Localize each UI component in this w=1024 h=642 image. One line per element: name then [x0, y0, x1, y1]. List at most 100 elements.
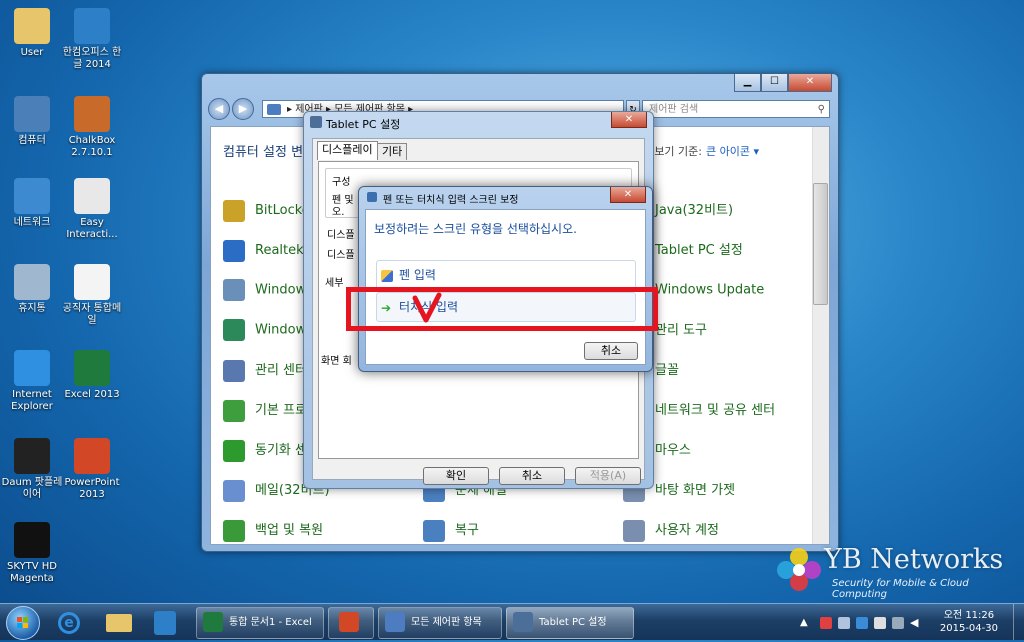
view-by-dropdown[interactable]: 큰 아이콘 ▾ — [706, 145, 759, 158]
calibrate-dialog[interactable]: 펜 또는 터치식 입력 스크린 보정 ✕ 보정하려는 스크린 유형을 선택하십시… — [358, 186, 653, 372]
scrollbar-thumb[interactable] — [813, 183, 828, 305]
app-icon — [74, 264, 110, 300]
desktop-icon[interactable]: PowerPoint 2013 — [60, 438, 124, 501]
desktop-icon[interactable]: Internet Explorer — [0, 350, 64, 413]
clock[interactable]: 오전 11:26 2015-04-30 — [940, 609, 998, 635]
dialog-title: 펜 또는 터치식 입력 스크린 보정 — [383, 195, 519, 206]
cancel-button[interactable]: 취소 — [499, 467, 565, 485]
network-icon[interactable] — [892, 617, 904, 629]
desktop-icon-label: SKYTV HD Magenta — [6, 561, 57, 584]
tab-display[interactable]: 디스플레이 — [317, 141, 378, 160]
forward-button[interactable]: ▶ — [232, 98, 254, 120]
taskbar-tablet-settings[interactable]: Tablet PC 설정 — [506, 607, 634, 639]
desktop-icon[interactable]: Easy Interacti... — [60, 178, 124, 241]
cp-item[interactable]: 기본 프로 — [223, 399, 307, 423]
app-icon — [74, 96, 110, 132]
tablet-icon — [513, 612, 533, 632]
desktop-icon-label: Daum 팟플레이어 — [1, 477, 63, 500]
desktop-icon[interactable]: Daum 팟플레이어 — [0, 438, 64, 501]
flower-logo-icon — [777, 548, 821, 591]
close-button[interactable]: ✕ — [611, 112, 647, 128]
desktop-icon[interactable]: 공직자 통합메일 — [60, 264, 124, 327]
app-icon — [74, 8, 110, 44]
desktop-icon-label: Excel 2013 — [64, 389, 120, 400]
app-icon — [14, 264, 50, 300]
hwp-icon[interactable] — [154, 611, 176, 635]
folder-icon[interactable] — [106, 614, 132, 632]
windows-logo-icon — [17, 617, 28, 628]
desktop-icon-label: User — [20, 47, 44, 58]
show-hidden-icons[interactable]: ▲ — [800, 617, 812, 629]
desktop-icon[interactable]: 컴퓨터 — [0, 96, 64, 147]
cp-item[interactable]: 관리 센터 — [223, 359, 307, 383]
vmware-icon[interactable] — [856, 617, 868, 629]
desktop-icon[interactable]: User — [0, 8, 64, 59]
start-button[interactable] — [6, 606, 40, 640]
close-button[interactable]: ✕ — [610, 187, 646, 203]
desktop-icon-label: Internet Explorer — [11, 389, 53, 412]
page-title: 컴퓨터 설정 변 — [223, 145, 304, 160]
desktop-icon-label: Easy Interacti... — [66, 217, 118, 240]
cp-item-icon — [223, 239, 245, 262]
app-icon — [14, 438, 50, 474]
desktop-icon-label: 한컴오피스 한글 2014 — [62, 47, 122, 70]
desktop-icon[interactable]: ChalkBox 2.7.10.1 — [60, 96, 124, 159]
cp-item-icon — [423, 519, 445, 542]
desktop-icon[interactable]: SKYTV HD Magenta — [0, 522, 64, 585]
view-by[interactable]: 보기 기준: 큰 아이콘 ▾ — [654, 143, 759, 159]
desktop-icon[interactable]: Excel 2013 — [60, 350, 124, 401]
keyboard-icon[interactable] — [874, 617, 886, 629]
vertical-scrollbar[interactable] — [812, 127, 829, 544]
prompt-text: 보정하려는 스크린 유형을 선택하십시오. — [374, 222, 577, 236]
internet-explorer-icon[interactable]: e — [58, 612, 80, 634]
taskbar-powerpoint[interactable] — [328, 607, 374, 639]
cp-item[interactable]: Window — [223, 319, 306, 343]
app-icon — [14, 522, 50, 558]
apply-button[interactable]: 적용(A) — [575, 467, 641, 485]
excel-icon — [203, 612, 223, 632]
cp-item-icon — [223, 399, 245, 422]
desktop-icon-label: 네트워크 — [13, 217, 51, 228]
cp-item[interactable]: 복구 — [423, 519, 479, 543]
checkmark-icon — [412, 292, 442, 323]
cp-item[interactable]: 동기화 센 — [223, 439, 307, 463]
taskbar: e 통합 문서1 - Excel 모든 제어판 항목 Tablet PC 설정 … — [0, 603, 1024, 640]
desktop-icon-label: 공직자 통합메일 — [62, 303, 122, 326]
flag-icon[interactable] — [820, 617, 832, 629]
app-icon — [74, 438, 110, 474]
minimize-button[interactable]: ▁ — [734, 74, 761, 92]
option-pen-input[interactable]: 펜 입력 — [376, 260, 636, 290]
volume-icon[interactable]: ◀ — [910, 617, 922, 629]
show-desktop-button[interactable] — [1013, 604, 1024, 640]
tab-other[interactable]: 기타 — [377, 143, 408, 160]
logo-tagline: Security for Mobile & Cloud Computing — [832, 578, 969, 600]
logo-name: YB Networks — [824, 544, 1004, 575]
search-icon: ⚲ — [817, 104, 825, 115]
tray-app-icon[interactable] — [838, 617, 850, 629]
cancel-button[interactable]: 취소 — [584, 342, 638, 360]
cp-item[interactable]: 사용자 계정 — [623, 519, 719, 543]
app-icon — [14, 350, 50, 386]
taskbar-control-panel[interactable]: 모든 제어판 항목 — [378, 607, 502, 639]
desktop-icon[interactable]: 휴지통 — [0, 264, 64, 315]
desktop-icon[interactable]: 네트워크 — [0, 178, 64, 229]
desktop-icon-label: 컴퓨터 — [18, 135, 46, 146]
desktop-icon[interactable]: 한컴오피스 한글 2014 — [60, 8, 124, 71]
ok-button[interactable]: 확인 — [423, 467, 489, 485]
app-icon — [14, 178, 50, 214]
back-button[interactable]: ◀ — [208, 98, 230, 120]
app-icon — [14, 8, 50, 44]
maximize-button[interactable]: ☐ — [761, 74, 788, 92]
search-input[interactable]: 제어판 검색 ⚲ — [642, 100, 830, 118]
taskbar-excel[interactable]: 통합 문서1 - Excel — [196, 607, 324, 639]
pen-icon — [367, 192, 377, 202]
close-button[interactable]: ✕ — [788, 74, 832, 92]
yb-networks-logo: YB Networks Security for Mobile & Cloud … — [772, 544, 1020, 600]
app-icon — [14, 96, 50, 132]
control-panel-icon — [385, 612, 405, 632]
cp-item[interactable]: 백업 및 복원 — [223, 519, 323, 543]
cp-item[interactable]: Window — [223, 279, 306, 303]
highlight-box — [346, 287, 658, 331]
cp-item-icon — [223, 479, 245, 502]
shield-icon — [381, 269, 393, 282]
